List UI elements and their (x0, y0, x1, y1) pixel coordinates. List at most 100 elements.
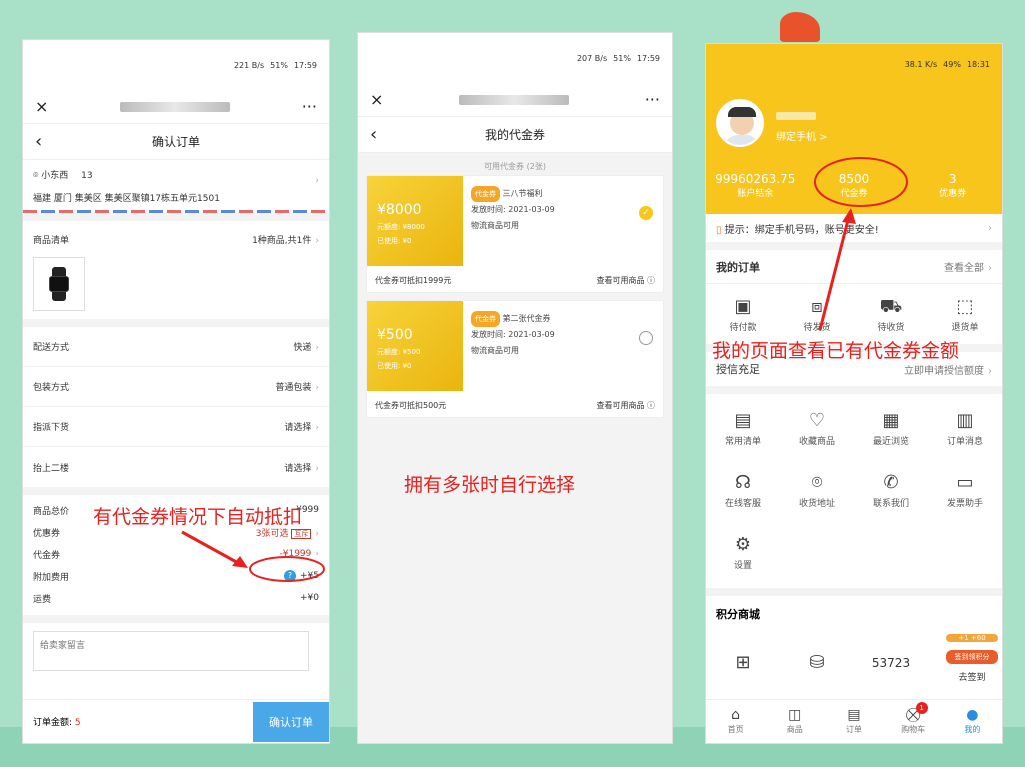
annotation-view-amount: 我的页面查看已有代金券金额 (712, 340, 960, 362)
my-orders-title: 我的订单 (716, 260, 760, 274)
view-goods-link[interactable]: 查看可用商品 (596, 401, 644, 410)
carry-value: 请选择 (284, 463, 312, 474)
discount-tag: 互斥 (291, 528, 312, 539)
check-selected-icon[interactable]: ✓ (639, 206, 653, 220)
carry-row[interactable]: 抬上二楼 请选择 › (23, 447, 329, 487)
chevron-right-icon: › (988, 365, 992, 377)
pack-row[interactable]: 包装方式 普通包装 › (23, 367, 329, 407)
coupon-name: 第二张代金券 (502, 314, 551, 323)
user-icon: ● (966, 707, 979, 723)
balance-stat[interactable]: 99960263.75 账户结余 (706, 172, 805, 199)
product-thumbnail[interactable] (33, 257, 85, 311)
coupon-tag: 代金券 (471, 311, 500, 327)
webview-titlebar: × ··· (23, 90, 329, 124)
location-icon: ⌾ (811, 471, 823, 493)
heart-icon: ♡ (808, 409, 826, 431)
coupon-deduct-text: 代金券可抵扣1999元 (375, 276, 452, 285)
coupon-footer: 代金券可抵扣1999元 查看可用商品 ⓘ (375, 275, 655, 286)
tool-settings[interactable]: ⚙ 设置 (706, 522, 780, 584)
coupon-card[interactable]: ¥500 元额度: ¥500 已使用: ¥0 代金券 第二张代金券 发放时间: … (366, 300, 664, 418)
voucher-label: 代金券 (33, 550, 61, 561)
voucher-row[interactable]: 代金券 -¥1999 › (23, 543, 329, 565)
message-input[interactable] (33, 631, 309, 671)
pack-label: 包装方式 (33, 383, 70, 393)
back-icon[interactable]: ‹ (370, 124, 377, 145)
status-battery: 51% (270, 60, 288, 70)
tool-address[interactable]: ⌾ 收货地址 (780, 460, 854, 522)
sign-button: 签到领积分 (946, 650, 998, 664)
tab-home[interactable]: ⌂ 首页 (706, 700, 765, 743)
blurred-username (776, 112, 816, 120)
tab-orders[interactable]: ▤ 订单 (824, 700, 883, 743)
tool-invoice[interactable]: ▭ 发票助手 (928, 460, 1002, 522)
coins-item[interactable]: ⛁ (780, 632, 854, 694)
order-tabs: ▣ 待付款 ⧈ 待发货 ⛟ 待收货 ⬚ 退货单 (706, 284, 1002, 344)
more-icon[interactable]: ··· (302, 97, 317, 116)
goods-count: 1种商品,共1件 (252, 235, 312, 246)
order-amount-label: 订单金额: (33, 718, 73, 728)
close-icon[interactable]: × (370, 90, 383, 109)
tool-order-msg[interactable]: ▥ 订单消息 (928, 398, 1002, 460)
tool-favorites[interactable]: ♡ 收藏商品 (780, 398, 854, 460)
goods-list-label: 商品清单 (33, 235, 70, 246)
tab-goods[interactable]: ◫ 商品 (765, 700, 824, 743)
nav-bar: ‹ 我的代金券 (358, 117, 672, 153)
delivery-row[interactable]: 配送方式 快递 › (23, 327, 329, 367)
tab-cart[interactable]: ⛒ 购物车 1 (884, 700, 943, 743)
package-icon: ⧈ (811, 295, 823, 317)
phone-icon: ▯ (716, 224, 722, 236)
voucher-stat[interactable]: 8500 代金券 (805, 172, 904, 199)
confirm-order-button[interactable]: 确认订单 (253, 701, 329, 742)
phone-my-page: 38.1 K/s 49% 18:31 绑定手机 > 99960263.75 账户结… (706, 44, 1002, 743)
profile-header: 38.1 K/s 49% 18:31 绑定手机 > 99960263.75 账户结… (706, 44, 1002, 214)
close-icon[interactable]: × (35, 97, 48, 116)
divider (23, 615, 329, 623)
points-value-cell: 53723 (854, 632, 928, 694)
message-icon: ▥ (956, 409, 974, 431)
coupon-face: ¥8000 元额度: ¥8000 已使用: ¥0 (367, 176, 463, 266)
tool-common-list[interactable]: ▤ 常用清单 (706, 398, 780, 460)
status-bar: 207 B/s 51% 17:59 (358, 33, 672, 83)
points-mall-title: 积分商城 (716, 608, 760, 621)
invoice-icon: ▭ (956, 471, 974, 493)
extra-fee-row: 附加费用 ? +¥5 (23, 565, 329, 587)
status-time: 17:59 (636, 53, 660, 63)
tab-mine[interactable]: ● 我的 (943, 700, 1002, 743)
credit-action: 立即申请授信额度 (904, 365, 984, 377)
more-icon[interactable]: ··· (645, 90, 660, 109)
status-time: 17:59 (293, 60, 317, 70)
credit-label: 授信充足 (716, 363, 760, 376)
coupon-balance: 元额度: ¥8000 (377, 223, 425, 231)
tip-bar[interactable]: ▯ 提示：绑定手机号码，账号更安全! › (706, 214, 1002, 242)
radio-unselected-icon[interactable] (639, 331, 653, 345)
chevron-right-icon: › (315, 383, 319, 393)
sign-in-widget[interactable]: +1 +60 签到领积分 去签到 (946, 634, 998, 690)
address-block[interactable]: ⌾ 小东西 13 福建 厦门 集美区 集美区聚镇17栋五单元1501 › (23, 160, 329, 210)
nav-bar: ‹ 确认订单 (23, 124, 329, 160)
coupon-balance: 元额度: ¥500 (377, 348, 421, 356)
delivery-value: 快递 (293, 343, 312, 353)
coupon-info: 代金券 三八节福利 发放时间: 2021-03-09 物流商品可用 (471, 186, 555, 234)
assign-row[interactable]: 指派下货 请选择 › (23, 407, 329, 447)
tool-recent[interactable]: ▦ 最近浏览 (854, 398, 928, 460)
back-icon[interactable]: ‹ (35, 131, 42, 152)
chevron-right-icon: › (988, 222, 992, 234)
chevron-right-icon: › (315, 176, 319, 186)
coupon-stat[interactable]: 3 优惠券 (903, 172, 1002, 199)
view-all-link[interactable]: 查看全部 (944, 263, 984, 274)
bind-phone-link[interactable]: 绑定手机 > (776, 128, 828, 143)
view-goods-link[interactable]: 查看可用商品 (596, 276, 644, 285)
address-name: 小东西 (41, 171, 69, 181)
tool-customer-service[interactable]: ☊ 在线客服 (706, 460, 780, 522)
gift-item[interactable]: ⊞ (706, 632, 780, 694)
coupon-card[interactable]: ¥8000 元额度: ¥8000 已使用: ¥0 代金券 三八节福利 发放时间:… (366, 175, 664, 293)
chevron-right-icon: › (315, 528, 319, 539)
goods-list-row[interactable]: 商品清单 1种商品,共1件 › (23, 221, 329, 257)
chevron-right-icon: › (988, 263, 992, 274)
freight-row: 运费 +¥0 (23, 587, 329, 609)
avatar[interactable] (716, 99, 764, 147)
clipboard-icon: ▤ (734, 409, 752, 431)
help-icon[interactable]: ? (284, 570, 296, 582)
address-detail: 福建 厦门 集美区 集美区聚镇17栋五单元1501 (33, 194, 220, 204)
tool-contact[interactable]: ✆ 联系我们 (854, 460, 928, 522)
